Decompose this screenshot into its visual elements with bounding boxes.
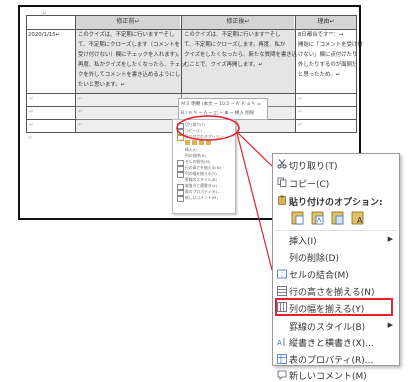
- comment-icon: [277, 370, 287, 380]
- menu-separator: [275, 230, 397, 231]
- text-direction-icon: A: [277, 338, 285, 347]
- menu-delete-column[interactable]: 列の削除(D): [289, 251, 339, 264]
- menu-table-properties[interactable]: 表のプロパティ(R)...: [289, 353, 373, 366]
- distribute-columns-icon: [277, 302, 287, 312]
- paste-picture-icon[interactable]: [331, 210, 345, 225]
- scissors-icon: [277, 159, 287, 169]
- menu-new-comment[interactable]: 新しいコメント(M): [289, 369, 367, 382]
- copy-icon: [277, 177, 287, 187]
- menu-distribute-columns[interactable]: 列の幅を揃える(Y): [289, 302, 364, 315]
- menu-merge-cells[interactable]: セルの結合(M): [289, 268, 349, 281]
- menu-text-direction[interactable]: 縦書きと横書き(X)...: [289, 336, 374, 349]
- submenu-arrow-icon: ▶: [387, 235, 393, 243]
- svg-text:A: A: [357, 216, 363, 225]
- table-properties-icon: [277, 354, 287, 364]
- menu-insert[interactable]: 挿入(I): [289, 234, 317, 247]
- callout-line: [236, 131, 273, 167]
- paste-text-only-icon[interactable]: A: [351, 210, 365, 225]
- context-menu-zoomed: 切り取り(T) コピー(C) 貼り付けのオプション: A 挿入(I) ▶ 列の削…: [272, 153, 400, 382]
- paste-keep-format-icon[interactable]: [291, 210, 305, 225]
- highlight-ellipse: [176, 115, 240, 141]
- menu-paste-options-label: 貼り付けのオプション:: [289, 198, 383, 208]
- menu-border-styles[interactable]: 罫線のスタイル(B): [289, 320, 365, 333]
- merge-cells-icon: [277, 269, 287, 279]
- paste-option-icons[interactable]: A: [291, 210, 371, 226]
- menu-copy[interactable]: コピー(C): [289, 177, 329, 190]
- callout-line: [236, 132, 273, 271]
- distribute-rows-icon: [277, 286, 287, 296]
- svg-text:A: A: [277, 339, 282, 347]
- submenu-arrow-icon: ▶: [387, 321, 393, 329]
- paste-merge-format-icon[interactable]: [311, 210, 325, 225]
- menu-cut[interactable]: 切り取り(T): [289, 159, 338, 172]
- menu-distribute-rows[interactable]: 行の高さを揃える(N): [289, 285, 375, 298]
- clipboard-icon: [278, 195, 286, 205]
